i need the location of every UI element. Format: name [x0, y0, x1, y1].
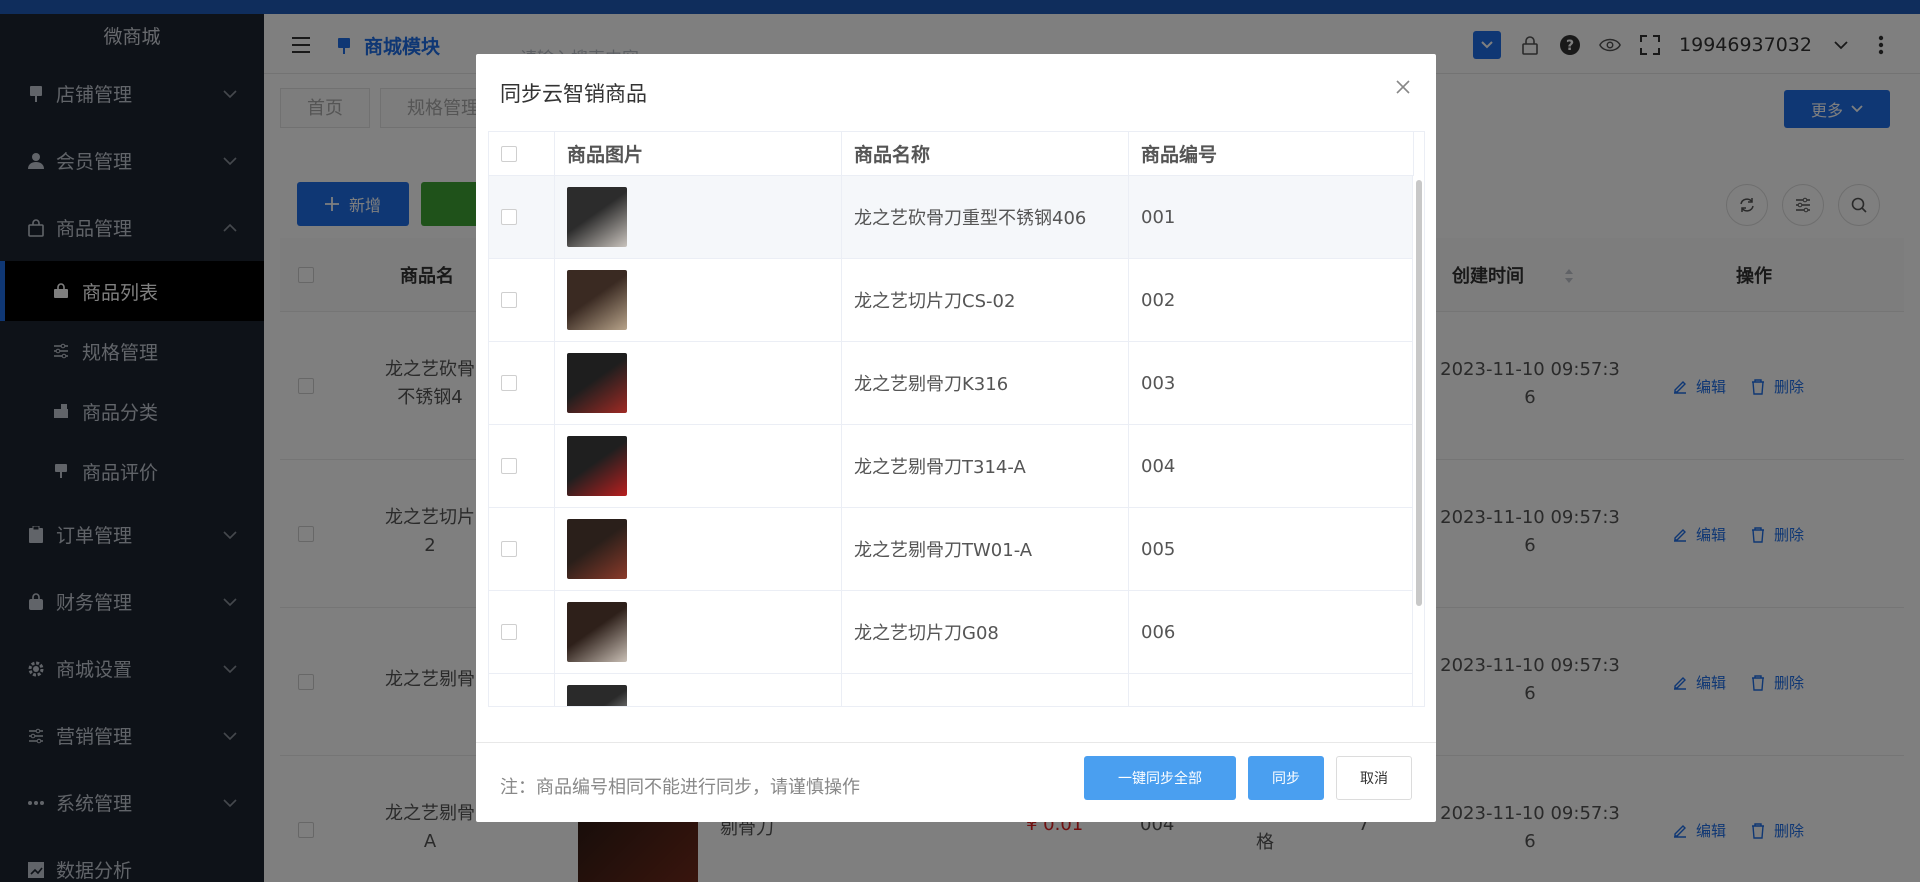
scrollbar-thumb[interactable]: [1416, 180, 1422, 606]
product-name: 龙之艺切片刀CS-02: [842, 259, 1129, 341]
dialog-footer: 注：商品编号相同不能进行同步，请谨慎操作 一键同步全部 同步 取消: [476, 742, 1436, 822]
image-cell: [555, 342, 842, 424]
row-checkbox-cell: [489, 425, 555, 507]
row-checkbox[interactable]: [501, 624, 517, 640]
product-code: 002: [1129, 259, 1414, 341]
row-checkbox-cell: [489, 674, 555, 706]
product-thumbnail: [567, 187, 627, 247]
row-checkbox[interactable]: [501, 458, 517, 474]
row-checkbox-cell: [489, 176, 555, 258]
product-code: 006: [1129, 591, 1414, 673]
product-thumbnail: [567, 436, 627, 496]
col-header-name: 商品名称: [842, 132, 1129, 175]
table-row[interactable]: 龙之艺砍骨刀重型不锈钢406 001: [489, 176, 1414, 259]
product-code: 003: [1129, 342, 1414, 424]
table-row[interactable]: 龙之艺剔骨刀T314-A 004: [489, 425, 1414, 508]
row-checkbox-cell: [489, 342, 555, 424]
image-cell: [555, 259, 842, 341]
table-row[interactable]: 龙之艺切片刀: [489, 674, 1414, 706]
table-row[interactable]: 龙之艺切片刀CS-02 002: [489, 259, 1414, 342]
product-thumbnail: [567, 602, 627, 662]
dialog-table-header: 商品图片 商品名称 商品编号: [489, 132, 1414, 176]
product-name: 龙之艺剔骨刀K316: [842, 342, 1129, 424]
product-code: 004: [1129, 425, 1414, 507]
table-row[interactable]: 龙之艺剔骨刀TW01-A 005: [489, 508, 1414, 591]
row-checkbox-cell: [489, 508, 555, 590]
product-code: [1129, 674, 1414, 706]
image-cell: [555, 508, 842, 590]
image-cell: [555, 591, 842, 673]
row-checkbox[interactable]: [501, 292, 517, 308]
col-header-code: 商品编号: [1129, 132, 1414, 175]
sync-button[interactable]: 同步: [1248, 756, 1324, 800]
close-icon[interactable]: [1394, 78, 1412, 96]
sync-note: 注：商品编号相同不能进行同步，请谨慎操作: [500, 777, 860, 798]
footer-buttons: 一键同步全部 同步 取消: [1084, 756, 1412, 800]
product-code: 005: [1129, 508, 1414, 590]
product-thumbnail: [567, 270, 627, 330]
row-checkbox-cell: [489, 259, 555, 341]
image-cell: [555, 176, 842, 258]
product-name: 龙之艺切片刀G08: [842, 591, 1129, 673]
product-name: 龙之艺剔骨刀T314-A: [842, 425, 1129, 507]
row-checkbox[interactable]: [501, 375, 517, 391]
row-checkbox[interactable]: [501, 209, 517, 225]
product-thumbnail: [567, 519, 627, 579]
product-name: 龙之艺砍骨刀重型不锈钢406: [842, 176, 1129, 258]
cancel-button[interactable]: 取消: [1336, 756, 1412, 800]
image-cell: [555, 674, 842, 706]
product-name: 龙之艺剔骨刀TW01-A: [842, 508, 1129, 590]
select-all-checkbox[interactable]: [501, 145, 517, 162]
scrollbar[interactable]: [1412, 176, 1424, 706]
product-name: 龙之艺切片刀: [842, 674, 1129, 706]
row-checkbox-cell: [489, 591, 555, 673]
row-checkbox[interactable]: [501, 541, 517, 557]
product-thumbnail: [567, 353, 627, 413]
dialog-title: 同步云智销商品: [500, 82, 647, 106]
sync-products-dialog: 同步云智销商品 商品图片 商品名称 商品编号 龙之艺砍骨刀重型不锈钢406 001…: [476, 54, 1436, 822]
image-cell: [555, 425, 842, 507]
product-code: 001: [1129, 176, 1414, 258]
col-header-image: 商品图片: [555, 132, 842, 175]
header-checkbox-cell: [489, 132, 555, 175]
dialog-product-table: 商品图片 商品名称 商品编号 龙之艺砍骨刀重型不锈钢406 001 龙之艺切片刀CS…: [488, 131, 1425, 707]
table-row[interactable]: 龙之艺切片刀G08 006: [489, 591, 1414, 674]
table-row[interactable]: 龙之艺剔骨刀K316 003: [489, 342, 1414, 425]
product-thumbnail: [567, 685, 627, 706]
sync-all-button[interactable]: 一键同步全部: [1084, 756, 1236, 800]
